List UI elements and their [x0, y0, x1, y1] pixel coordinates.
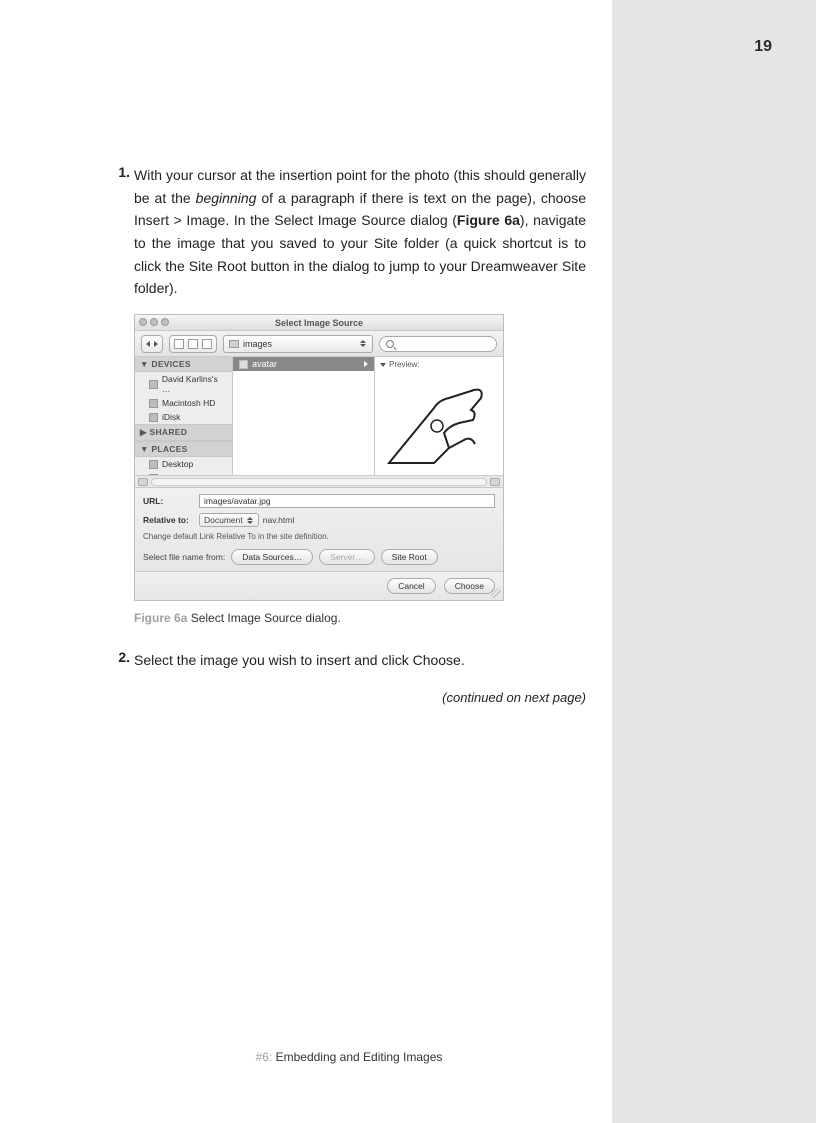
dialog-toolbar: images	[135, 331, 503, 357]
preview-pane: Preview:	[375, 357, 503, 475]
select-image-source-dialog: Select Image Source images	[134, 314, 504, 601]
dialog-lower: URL: images/avatar.jpg Relative to: Docu…	[135, 487, 503, 571]
relative-label: Relative to:	[143, 515, 195, 525]
sidebar-item-label: davidkarlins	[162, 473, 207, 475]
idisk-icon	[149, 413, 158, 422]
relative-file: nav.html	[263, 515, 295, 525]
drive-icon	[149, 399, 158, 408]
column-view-icon[interactable]	[202, 339, 212, 349]
minimize-icon[interactable]	[150, 318, 158, 326]
site-root-button[interactable]: Site Root	[381, 549, 438, 565]
chevron-updown-icon	[359, 340, 367, 347]
url-row: URL: images/avatar.jpg	[143, 494, 495, 508]
footer-text: Embedding and Editing Images	[272, 1050, 442, 1064]
list-view-icon[interactable]	[188, 339, 198, 349]
folder-icon	[229, 340, 239, 348]
dialog-titlebar: Select Image Source	[135, 315, 503, 331]
figure-label: Figure 6a	[134, 611, 187, 625]
file-column[interactable]: avatar	[233, 357, 375, 475]
sidebar-head-devices[interactable]: ▼ DEVICES	[135, 357, 232, 372]
sidebar-item-label: Desktop	[162, 459, 193, 469]
dialog-footer: Cancel Choose	[135, 571, 503, 600]
cancel-button[interactable]: Cancel	[387, 578, 435, 594]
data-sources-button[interactable]: Data Sources…	[231, 549, 313, 565]
view-mode-segment[interactable]	[169, 335, 217, 353]
select-from-row: Select file name from: Data Sources… Ser…	[143, 549, 495, 565]
nav-back-forward[interactable]	[141, 335, 163, 353]
sidebar-item-device[interactable]: Macintosh HD	[135, 396, 232, 410]
folder-name: images	[243, 339, 272, 349]
continued-note: (continued on next page)	[134, 690, 586, 705]
zoom-icon[interactable]	[161, 318, 169, 326]
step-body: With your cursor at the insertion point …	[134, 164, 586, 300]
relative-hint: Change default Link Relative To in the s…	[143, 532, 495, 541]
server-button[interactable]: Server…	[319, 549, 375, 565]
sidebar-item-place[interactable]: davidkarlins	[135, 471, 232, 475]
drive-icon	[149, 380, 158, 389]
scroll-track[interactable]	[151, 478, 487, 486]
preview-image	[379, 375, 499, 471]
forward-icon[interactable]	[154, 341, 158, 347]
step-number: 1.	[112, 164, 134, 300]
relative-row: Relative to: Document nav.html	[143, 513, 495, 527]
search-field[interactable]	[379, 336, 497, 352]
icon-view-icon[interactable]	[174, 339, 184, 349]
sidebar-item-device[interactable]: iDisk	[135, 410, 232, 424]
figure-caption: Figure 6a Select Image Source dialog.	[134, 611, 586, 625]
preview-label: Preview:	[375, 357, 503, 372]
chevron-right-icon	[364, 361, 368, 367]
file-icon	[239, 360, 248, 369]
sidebar-item-label: iDisk	[162, 412, 180, 422]
desktop-icon	[149, 460, 158, 469]
resize-grip-icon[interactable]	[491, 588, 501, 598]
home-icon	[149, 474, 158, 476]
folder-popup[interactable]: images	[223, 335, 373, 353]
close-icon[interactable]	[139, 318, 147, 326]
page-number: 19	[754, 38, 772, 56]
search-icon	[386, 340, 394, 348]
choose-button[interactable]: Choose	[444, 578, 495, 594]
url-field[interactable]: images/avatar.jpg	[199, 494, 495, 508]
url-label: URL:	[143, 496, 195, 506]
horizontal-scrollbar[interactable]	[135, 475, 503, 487]
scroll-left-icon[interactable]	[138, 478, 148, 486]
dialog-title: Select Image Source	[275, 318, 363, 328]
dialog-body: ▼ DEVICES David Karlins's … Macintosh HD…	[135, 357, 503, 475]
chevron-updown-icon	[246, 517, 254, 524]
step1-bold: Figure 6a	[457, 212, 520, 228]
step-1: 1. With your cursor at the insertion poi…	[112, 164, 586, 300]
select-from-label: Select file name from:	[143, 552, 225, 562]
file-name: avatar	[252, 359, 277, 369]
step-2: 2. Select the image you wish to insert a…	[112, 649, 586, 672]
scroll-right-icon[interactable]	[490, 478, 500, 486]
step1-em: beginning	[196, 190, 257, 206]
sidebar-item-device[interactable]: David Karlins's …	[135, 372, 232, 396]
page-footer: #6: Embedding and Editing Images	[112, 1050, 586, 1064]
sidebar-head-shared[interactable]: ▶ SHARED	[135, 424, 232, 441]
relative-popup-value: Document	[204, 515, 243, 525]
sidebar-head-places[interactable]: ▼ PLACES	[135, 441, 232, 457]
page-right-band	[612, 0, 816, 1123]
figure-6a-wrap: Select Image Source images	[134, 314, 586, 601]
content-area: 1. With your cursor at the insertion poi…	[112, 164, 586, 705]
step-number: 2.	[112, 649, 134, 672]
file-item-selected[interactable]: avatar	[233, 357, 374, 371]
relative-popup[interactable]: Document	[199, 513, 259, 527]
back-icon[interactable]	[146, 341, 150, 347]
sidebar-item-label: David Karlins's …	[162, 374, 227, 394]
sidebar-item-place[interactable]: Desktop	[135, 457, 232, 471]
sidebar: ▼ DEVICES David Karlins's … Macintosh HD…	[135, 357, 233, 475]
step-body: Select the image you wish to insert and …	[134, 649, 586, 672]
sidebar-item-label: Macintosh HD	[162, 398, 215, 408]
figure-caption-text: Select Image Source dialog.	[187, 611, 340, 625]
footer-hash: #6:	[256, 1050, 273, 1064]
traffic-lights	[139, 318, 169, 326]
